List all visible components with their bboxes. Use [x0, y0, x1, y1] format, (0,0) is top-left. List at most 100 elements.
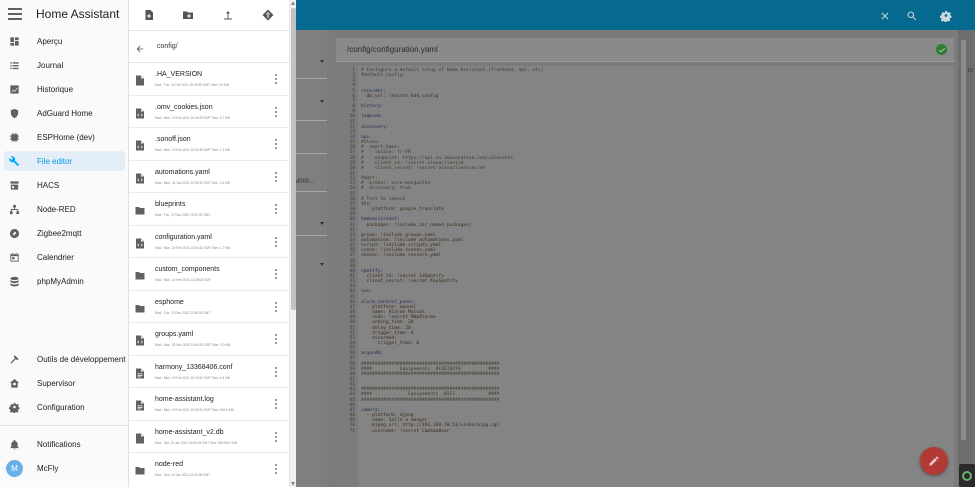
arrow-back-icon[interactable]	[135, 41, 145, 53]
more-vert-icon[interactable]	[274, 269, 277, 279]
calendar-icon	[9, 252, 20, 263]
file-row[interactable]: esphome Mod.: Tue, 22 Dec 2020 21:59:24 …	[129, 291, 289, 323]
git-icon[interactable]	[262, 8, 274, 21]
sidebar-item-label: Notifications	[37, 439, 81, 449]
file-row[interactable]: groups.yaml Mod.: Mon, 30 Nov 2020 10:06…	[129, 323, 289, 356]
settings-icon[interactable]	[939, 9, 952, 23]
sidebar-item-label: Configuration	[37, 402, 85, 412]
file-meta: Mod.: Mon, 15 Feb 2021 14:28:03 GMT	[155, 278, 211, 282]
hammer-icon	[9, 354, 20, 365]
sidebar-item-label: HACS	[37, 180, 60, 190]
scroll-up-icon[interactable]	[291, 1, 295, 5]
folder-icon	[135, 268, 145, 280]
edit-button[interactable]	[920, 447, 948, 475]
sidebar-item-esphome[interactable]: ESPHome (dev)	[4, 127, 125, 147]
file-name: custom_components	[155, 266, 220, 273]
sidebar-item-dev-tools[interactable]: Outils de développement	[4, 349, 126, 369]
more-vert-icon[interactable]	[274, 301, 277, 312]
file-meta: Mod.: Mon, 04 Jan 2021 22:05:32 GMT Size…	[155, 180, 230, 185]
sidebar-item-supervisor[interactable]: Supervisor	[4, 373, 125, 393]
editor-scrollbar-thumb[interactable]	[961, 40, 966, 440]
sidebar-item-hacs[interactable]: HACS	[4, 175, 125, 195]
file-row[interactable]: home-assistant_v2.db Mod.: Sat, 13 Jan 2…	[129, 421, 289, 453]
close-icon[interactable]	[879, 9, 891, 21]
editor-file-path: /config/configuration.yaml	[347, 45, 438, 54]
file-row[interactable]: .omv_cookies.json Mod.: Mon, 15 Feb 2021…	[129, 96, 289, 128]
file-name: .HA_VERSION	[155, 71, 203, 78]
more-vert-icon[interactable]	[274, 431, 277, 442]
upload-icon[interactable]	[222, 8, 234, 20]
config-panel-edge: d000...	[296, 30, 327, 487]
more-vert-icon[interactable]	[274, 106, 277, 117]
sidebar-item-adguard[interactable]: AdGuard Home	[4, 103, 125, 123]
editor-area: d000... /config/configuration.yaml 1 # Co…	[296, 0, 975, 487]
code-file-icon	[135, 138, 145, 151]
file-meta: Mod.: Thu, 11 Feb 2021 20:09:35 GMT Size…	[155, 83, 230, 87]
home-gear-icon	[9, 378, 20, 389]
ring-icon	[962, 471, 972, 481]
more-vert-icon[interactable]	[274, 139, 277, 149]
dropdown-arrow-icon[interactable]	[320, 60, 324, 63]
more-vert-icon[interactable]	[274, 236, 277, 247]
file-name: .sonoff.json	[155, 136, 191, 143]
more-vert-icon[interactable]	[274, 366, 277, 377]
file-row[interactable]: configuration.yaml Mod.: Mon, 15 Feb 202…	[129, 226, 289, 258]
database-icon	[9, 276, 20, 287]
sidebar-item-journal[interactable]: Journal	[4, 55, 125, 75]
editor-scrollbar-area[interactable]: 10	[958, 30, 975, 487]
dashboard-icon	[9, 36, 20, 47]
sidebar-item-zigbee2mqtt[interactable]: Zigbee2mqtt	[4, 223, 125, 243]
sidebar-item-label: Outils de développement	[37, 354, 126, 364]
file-meta: Mod.: Sun, 24 Jan 2021 21:33:06 GMT	[155, 473, 211, 477]
chart-icon	[9, 84, 20, 95]
new-folder-icon[interactable]	[182, 8, 194, 20]
sidebar-item-apercu[interactable]: Aperçu	[4, 31, 125, 51]
sidebar-item-historique[interactable]: Historique	[4, 79, 125, 99]
new-file-icon[interactable]	[143, 8, 155, 20]
search-icon[interactable]	[906, 9, 918, 21]
sidebar-item-calendrier[interactable]: Calendrier	[4, 247, 125, 267]
file-row[interactable]: blueprints Mod.: Thu, 17 Dec 2020 13:37:…	[129, 193, 289, 226]
sidebar-item-label: Aperçu	[37, 36, 63, 46]
file-meta: Mod.: Thu, 17 Dec 2020 13:37:02 GMT	[155, 213, 211, 217]
config-field-underline	[296, 191, 327, 192]
file-browser: config/ .HA_VERSION Mod.: Thu, 11 Feb 20…	[129, 0, 296, 487]
sidebar-item-label: File editor	[37, 156, 73, 166]
config-field-underline	[296, 235, 327, 236]
menu-icon[interactable]	[8, 8, 22, 20]
scroll-down-icon[interactable]	[291, 482, 295, 486]
sidebar: Home Assistant Aperçu Journal Historique…	[0, 0, 129, 487]
taskbar-app-icon[interactable]	[959, 464, 975, 487]
sidebar-item-node-red[interactable]: Node-RED	[4, 199, 125, 219]
more-vert-icon[interactable]	[274, 204, 277, 214]
user-name: McFly	[37, 463, 59, 473]
more-vert-icon[interactable]	[274, 399, 277, 409]
file-row[interactable]: custom_components Mod.: Mon, 15 Feb 2021…	[129, 258, 289, 291]
dropdown-arrow-icon[interactable]	[320, 222, 324, 225]
dropdown-arrow-icon[interactable]	[320, 100, 324, 103]
file-row[interactable]: node-red Mod.: Sun, 24 Jan 2021 21:33:06…	[129, 453, 289, 486]
sidebar-item-label: Historique	[37, 84, 74, 94]
sidebar-item-configuration[interactable]: Configuration	[4, 397, 125, 417]
sidebar-item-file-editor[interactable]: File editor	[4, 151, 125, 171]
more-vert-icon[interactable]	[274, 334, 277, 344]
pencil-icon	[929, 456, 939, 466]
wrench-icon	[9, 155, 20, 167]
file-row[interactable]: .sonoff.json Mod.: Mon, 15 Feb 2021 15:5…	[129, 128, 289, 161]
file-row[interactable]: .HA_VERSION Mod.: Thu, 11 Feb 2021 20:09…	[129, 63, 289, 96]
dropdown-arrow-icon[interactable]	[320, 263, 324, 266]
browser-scrollbar[interactable]	[289, 0, 296, 487]
code-editor[interactable]: 1 # Configure a default setup of Home Ass…	[336, 66, 954, 487]
sidebar-item-user[interactable]: M McFly	[4, 458, 125, 478]
chip-icon	[9, 132, 20, 143]
more-vert-icon[interactable]	[274, 171, 277, 182]
more-vert-icon[interactable]	[274, 74, 277, 84]
file-row[interactable]: harmony_13368406.conf Mod.: Mon, 15 Feb …	[129, 356, 289, 388]
sidebar-item-notifications[interactable]: Notifications	[4, 434, 125, 454]
more-vert-icon[interactable]	[274, 464, 277, 474]
file-row[interactable]: home-assistant.log Mod.: Mon, 15 Feb 202…	[129, 388, 289, 421]
sidebar-item-phpmyadmin[interactable]: phpMyAdmin	[4, 271, 125, 291]
code-file-icon	[135, 333, 145, 346]
file-meta: Mod.: Mon, 15 Feb 2021 15:52:39 GMT Size…	[155, 148, 231, 152]
file-row[interactable]: automations.yaml Mod.: Mon, 04 Jan 2021 …	[129, 161, 289, 193]
